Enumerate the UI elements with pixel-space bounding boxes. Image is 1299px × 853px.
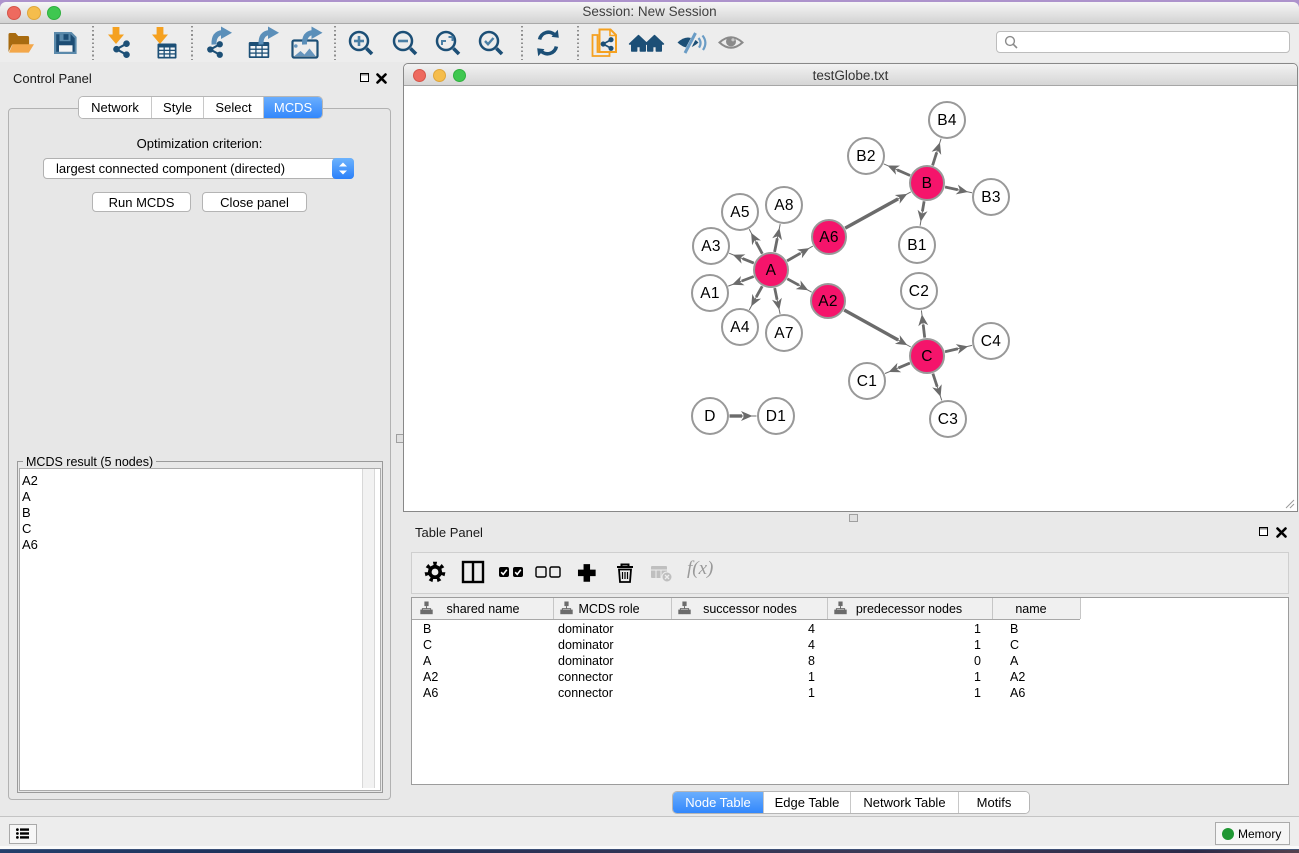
svg-text:B4: B4 <box>937 112 957 129</box>
svg-text:C2: C2 <box>909 283 929 300</box>
svg-text:A5: A5 <box>730 204 750 221</box>
svg-text:C4: C4 <box>981 333 1001 350</box>
svg-text:B2: B2 <box>856 148 876 165</box>
svg-text:C3: C3 <box>938 411 958 428</box>
svg-text:B1: B1 <box>907 237 927 254</box>
svg-text:A8: A8 <box>774 197 794 214</box>
svg-text:C: C <box>921 348 933 365</box>
svg-text:A1: A1 <box>700 285 720 302</box>
svg-text:C1: C1 <box>857 373 877 390</box>
svg-text:A7: A7 <box>774 325 794 342</box>
svg-text:D: D <box>704 408 716 425</box>
svg-text:A3: A3 <box>701 238 721 255</box>
svg-text:B3: B3 <box>981 189 1001 206</box>
svg-text:A6: A6 <box>819 229 839 246</box>
svg-text:D1: D1 <box>766 408 786 425</box>
svg-text:B: B <box>922 175 933 192</box>
svg-text:A2: A2 <box>818 293 838 310</box>
svg-text:A: A <box>766 262 777 279</box>
svg-text:A4: A4 <box>730 319 750 336</box>
